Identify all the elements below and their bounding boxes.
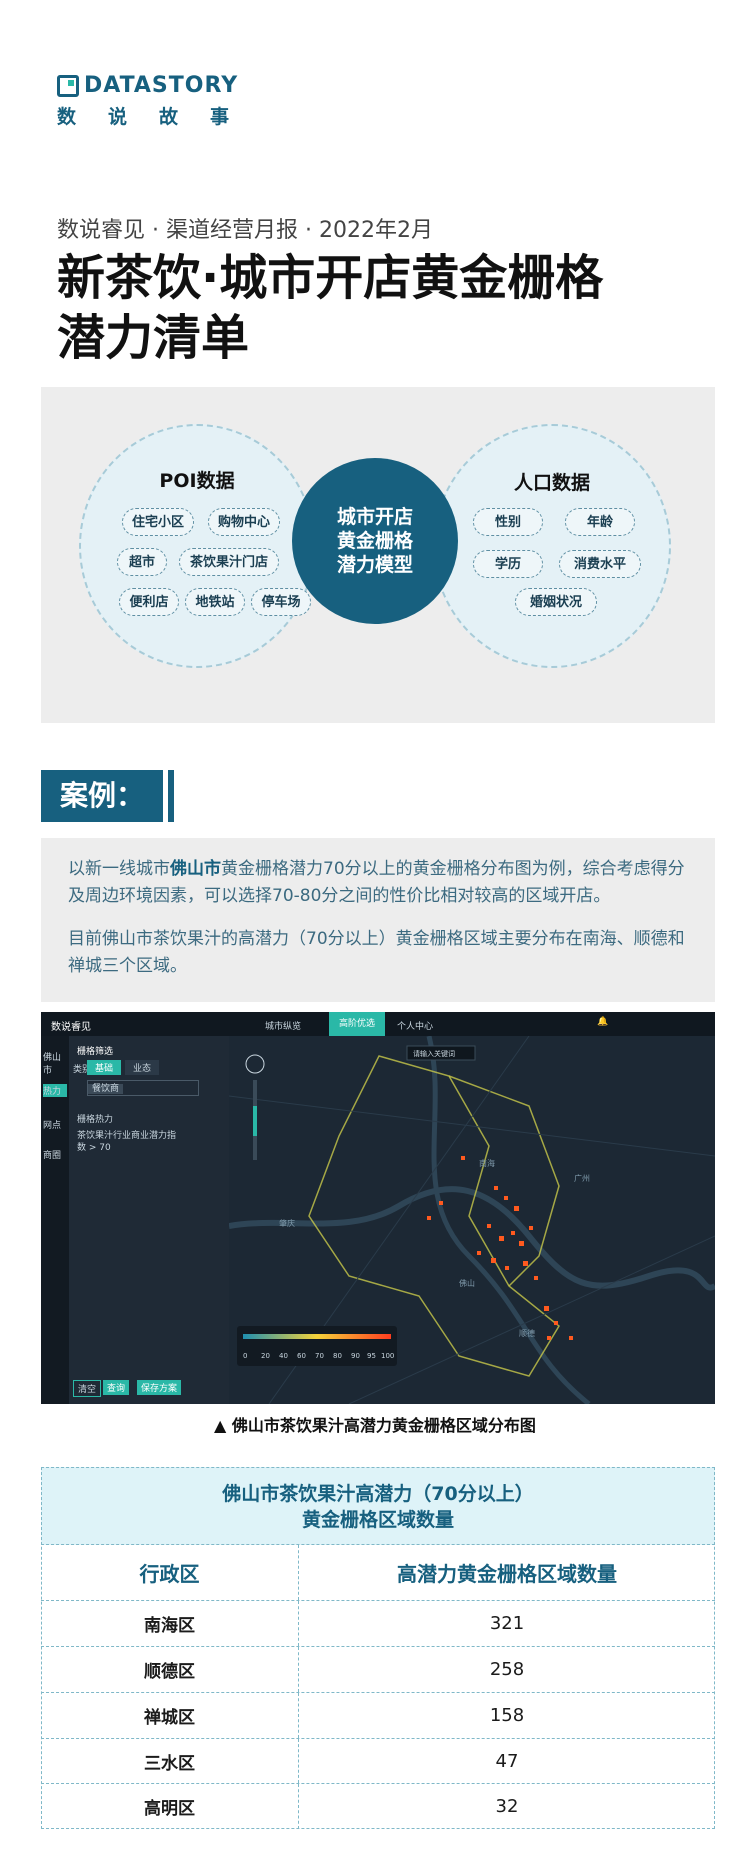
table-row: 顺德区 258 bbox=[41, 1647, 715, 1693]
model-center: 城市开店 黄金栅格 潜力模型 bbox=[292, 458, 458, 624]
district-cell: 顺德区 bbox=[41, 1647, 299, 1692]
side-districts[interactable]: 商圈 bbox=[43, 1148, 61, 1161]
title-line-2: 潜力清单 bbox=[57, 310, 250, 366]
report-subtitle: 数说睿见 · 渠道经营月报 · 2022年2月 bbox=[57, 218, 433, 243]
table-title-line-1: 佛山市茶饮果汁高潜力（70分以上） bbox=[222, 1483, 534, 1505]
count-cell: 258 bbox=[489, 1659, 525, 1680]
filter-title: 栅格筛选 bbox=[77, 1047, 114, 1057]
brand-name-en: DATASTORY bbox=[84, 73, 239, 98]
district-cell: 禅城区 bbox=[41, 1693, 299, 1738]
table-title-line-2: 黄金栅格区域数量 bbox=[301, 1509, 454, 1531]
population-item: 性别 bbox=[473, 508, 543, 536]
clear-button[interactable]: 清空 bbox=[73, 1380, 102, 1397]
map-label: 南海 bbox=[479, 1158, 495, 1168]
col-count-header: 高潜力黄金栅格区域数量 bbox=[397, 1562, 617, 1586]
filter-panel: 栅格筛选 类别 基础 业态 餐饮商 栅格热力 茶饮果汁行业商业潜力指数 > 70… bbox=[69, 1036, 229, 1404]
poi-title: POI数据 bbox=[159, 470, 235, 492]
table-header-row: 行政区 高潜力黄金栅格区域数量 bbox=[41, 1545, 715, 1601]
center-line-2: 黄金栅格 bbox=[336, 530, 413, 552]
population-item: 消费水平 bbox=[559, 550, 641, 578]
count-cell: 47 bbox=[495, 1750, 519, 1772]
zoom-level bbox=[253, 1106, 257, 1136]
nav-advanced[interactable]: 高阶优选 bbox=[329, 1012, 386, 1036]
case-paragraph-1: 以新一线城市佛山市黄金栅格潜力70分以上的黄金栅格分布图为例，综合考虑得分及周边… bbox=[68, 856, 693, 910]
map-label: 广州 bbox=[574, 1173, 590, 1183]
map-canvas: 0 20 40 60 70 80 90 95 100 广州 佛山 肇庆 顺德 南… bbox=[229, 1036, 715, 1404]
logo-mark-icon bbox=[57, 75, 79, 97]
case-label: 案例： bbox=[41, 770, 163, 822]
legend-tick: 60 bbox=[297, 1352, 306, 1360]
map-caption: ▲ 佛山市茶饮果汁高潜力黄金栅格区域分布图 bbox=[214, 1416, 536, 1435]
map-label: 佛山 bbox=[459, 1278, 475, 1288]
side-city[interactable]: 佛山市 bbox=[43, 1050, 69, 1076]
table-row: 禅城区 158 bbox=[41, 1693, 715, 1739]
legend-tick: 20 bbox=[261, 1352, 270, 1360]
legend-gradient bbox=[243, 1334, 391, 1339]
poi-item: 停车场 bbox=[251, 588, 311, 616]
population-item: 婚姻状况 bbox=[515, 588, 597, 616]
side-outlets[interactable]: 网点 bbox=[43, 1118, 61, 1131]
population-item: 学历 bbox=[473, 550, 543, 578]
case-label-bar bbox=[168, 770, 174, 822]
legend-tick: 40 bbox=[279, 1352, 288, 1360]
map-label: 肇庆 bbox=[279, 1218, 295, 1228]
district-cell: 三水区 bbox=[41, 1739, 299, 1783]
side-heat[interactable]: 热力 bbox=[43, 1084, 67, 1097]
tab-industry[interactable]: 业态 bbox=[125, 1060, 160, 1075]
brand-name-cn: 数说故事 bbox=[57, 106, 262, 128]
poi-item: 地铁站 bbox=[185, 588, 245, 616]
count-cell: 321 bbox=[489, 1613, 525, 1634]
table-title: 佛山市茶饮果汁高潜力（70分以上） 黄金栅格区域数量 bbox=[41, 1467, 715, 1545]
filter-section: 栅格热力 bbox=[77, 1115, 114, 1125]
legend-box bbox=[237, 1326, 397, 1366]
tab-basic[interactable]: 基础 bbox=[87, 1060, 122, 1075]
count-cell: 158 bbox=[489, 1705, 525, 1726]
map-top-bar: 数说睿见 城市纵览 高阶优选 个人中心 🔔 bbox=[41, 1012, 715, 1036]
poi-item: 便利店 bbox=[119, 588, 179, 616]
legend-tick: 70 bbox=[315, 1352, 324, 1360]
table-row: 三水区 47 bbox=[41, 1739, 715, 1784]
p1-city: 佛山市 bbox=[170, 859, 221, 879]
filter-rule: 茶饮果汁行业商业潜力指数 > 70 bbox=[77, 1131, 177, 1153]
district-cell: 高明区 bbox=[41, 1784, 299, 1829]
category-tag: 餐饮商 bbox=[88, 1084, 124, 1094]
legend-tick: 0 bbox=[243, 1352, 247, 1360]
population-circle: 人口数据 性别 年龄 学历 消费水平 婚姻状况 bbox=[433, 424, 671, 668]
map-search-placeholder: 请输入关键词 bbox=[413, 1049, 455, 1058]
table-row: 高明区 32 bbox=[41, 1784, 715, 1829]
poi-item: 茶饮果汁门店 bbox=[179, 548, 279, 576]
nav-city-overview[interactable]: 城市纵览 bbox=[265, 1019, 301, 1032]
legend-tick: 95 bbox=[367, 1352, 376, 1360]
legend-tick: 80 bbox=[333, 1352, 342, 1360]
legend-tick: 90 bbox=[351, 1352, 360, 1360]
population-item: 年龄 bbox=[565, 508, 635, 536]
case-paragraph-2: 目前佛山市茶饮果汁的高潜力（70分以上）黄金栅格区域主要分布在南海、顺德和禅城三… bbox=[68, 929, 685, 976]
map-label: 顺德 bbox=[519, 1328, 535, 1338]
center-line-3: 潜力模型 bbox=[336, 554, 413, 576]
bell-icon[interactable]: 🔔 bbox=[597, 1017, 608, 1027]
save-plan-button[interactable]: 保存方案 bbox=[137, 1380, 182, 1395]
poi-item: 超市 bbox=[117, 548, 167, 576]
page-title: 新茶饮·城市开店黄金栅格 潜力清单 bbox=[57, 248, 717, 368]
query-button[interactable]: 查询 bbox=[103, 1380, 130, 1395]
district-cell: 南海区 bbox=[41, 1601, 299, 1646]
map-app-name: 数说睿见 bbox=[51, 1022, 91, 1033]
p1-part-a: 以新一线城市 bbox=[68, 859, 170, 879]
population-title: 人口数据 bbox=[513, 472, 590, 494]
col-district-header: 行政区 bbox=[41, 1545, 299, 1600]
count-cell: 32 bbox=[495, 1796, 519, 1817]
case-text-box: 以新一线城市佛山市黄金栅格潜力70分以上的黄金栅格分布图为例，综合考虑得分及周边… bbox=[41, 838, 715, 1002]
center-line-1: 城市开店 bbox=[336, 506, 413, 528]
nav-personal[interactable]: 个人中心 bbox=[397, 1019, 433, 1032]
map-side-nav: 佛山市 热力 网点 商圈 bbox=[41, 1036, 69, 1404]
poi-item: 住宅小区 bbox=[122, 508, 194, 536]
map-screenshot: 数说睿见 城市纵览 高阶优选 个人中心 🔔 佛山市 热力 网点 商圈 栅格筛选 … bbox=[41, 1012, 715, 1404]
poi-item: 购物中心 bbox=[208, 508, 280, 536]
table-row: 南海区 321 bbox=[41, 1601, 715, 1647]
title-line-1: 新茶饮·城市开店黄金栅格 bbox=[57, 250, 604, 306]
legend-tick: 100 bbox=[381, 1352, 394, 1360]
poi-circle: POI数据 住宅小区 购物中心 超市 茶饮果汁门店 便利店 地铁站 停车场 bbox=[79, 424, 315, 668]
category-select[interactable]: 餐饮商 bbox=[87, 1080, 199, 1096]
